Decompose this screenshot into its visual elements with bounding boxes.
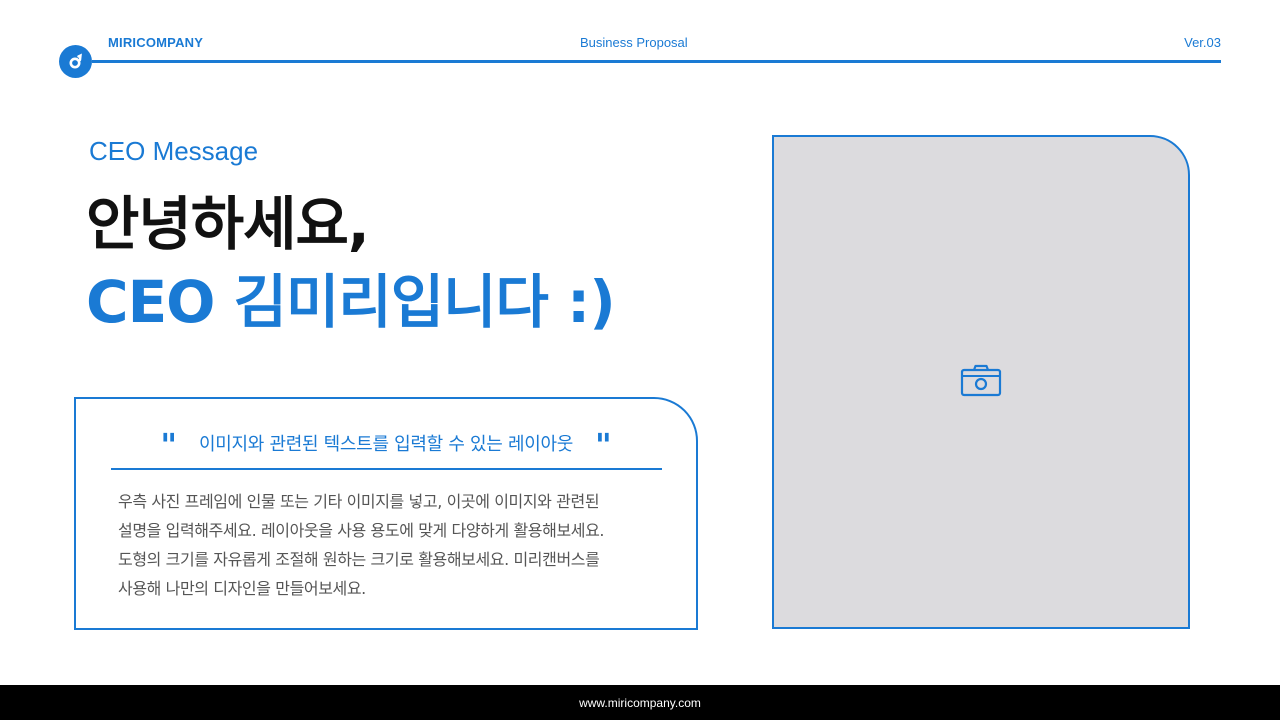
quote-body: 우측 사진 프레임에 인물 또는 기타 이미지를 넣고, 이곳에 이미지와 관련… [118, 487, 658, 603]
section-eyebrow: CEO Message [89, 136, 259, 166]
quote-title: 이미지와 관련된 텍스트를 입력할 수 있는 레이아웃 [199, 434, 573, 455]
brand-name: MIRICOMPANY [108, 35, 204, 50]
quote-header: " 이미지와 관련된 텍스트를 입력할 수 있는 레이아웃 " [76, 426, 696, 464]
quote-body-line: 도형의 크기를 자유롭게 조절해 원하는 크기로 활용해보세요. 미리캔버스를 [118, 550, 600, 569]
open-quote-mark: " [160, 426, 177, 464]
quote-body-line: 사용해 나만의 디자인을 만들어보세요. [118, 579, 366, 598]
photo-frame-placeholder[interactable] [772, 135, 1190, 629]
camera-icon[interactable] [960, 363, 1002, 401]
quote-body-line: 우측 사진 프레임에 인물 또는 기타 이미지를 넣고, 이곳에 이미지와 관련… [118, 492, 600, 511]
footer-url[interactable]: www.miricompany.com [579, 696, 701, 710]
company-logo-icon [59, 45, 92, 78]
document-title: Business Proposal [580, 35, 688, 50]
headline-introduction: CEO 김미리입니다 :) [86, 268, 616, 336]
quote-body-line: 설명을 입력해주세요. 레이아웃을 사용 용도에 맞게 다양하게 활용해보세요. [118, 521, 605, 540]
footer-bar: www.miricompany.com [0, 685, 1280, 720]
quote-divider [111, 468, 662, 470]
close-quote-mark: " [595, 426, 612, 464]
version-label: Ver.03 [1184, 35, 1221, 50]
slide: MIRICOMPANY Business Proposal Ver.03 CEO… [0, 0, 1280, 720]
header-divider [92, 60, 1221, 63]
headline-greeting: 안녕하세요, [86, 190, 370, 258]
quote-box: " 이미지와 관련된 텍스트를 입력할 수 있는 레이아웃 " 우측 사진 프레… [74, 397, 698, 630]
